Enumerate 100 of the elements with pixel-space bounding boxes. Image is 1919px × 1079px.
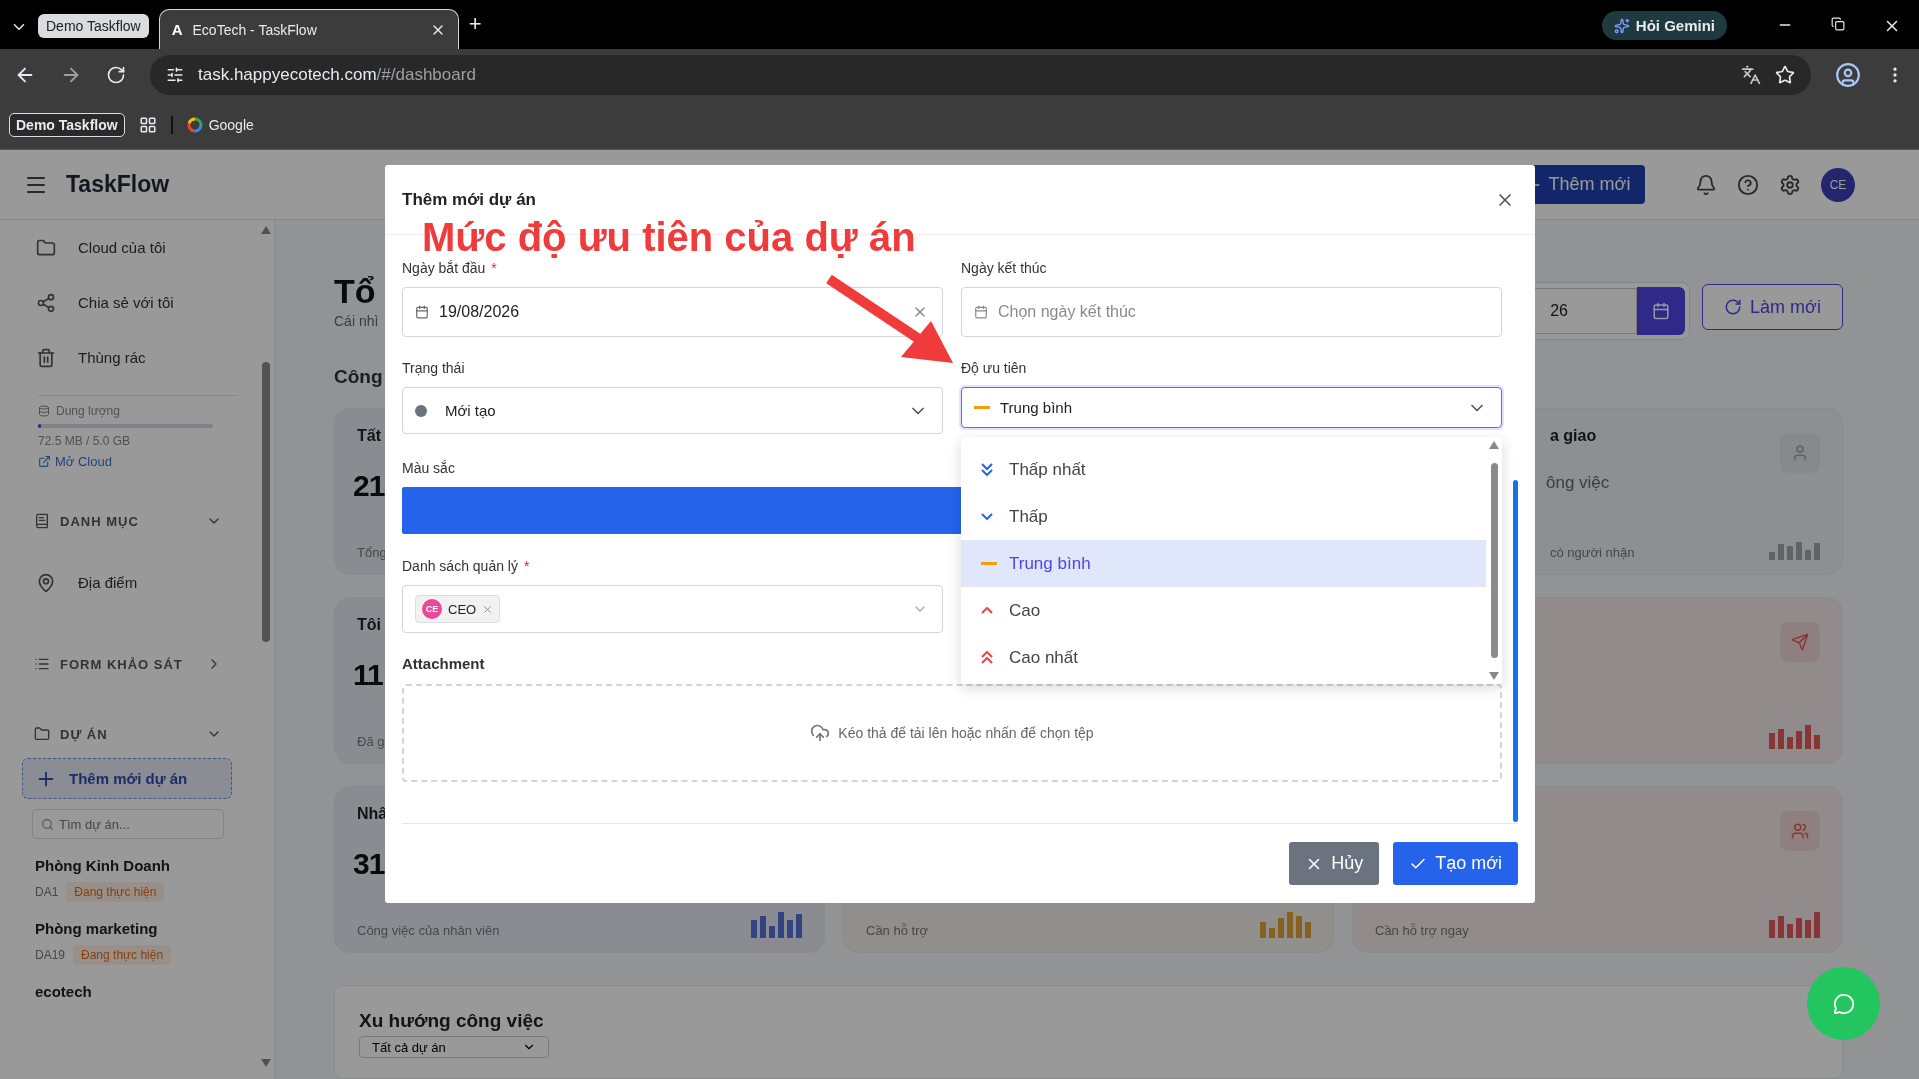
- calendar-icon: [974, 305, 988, 319]
- scrollbar[interactable]: [1513, 480, 1518, 822]
- sidebar-item-icon: [36, 347, 56, 368]
- field-label: Trạng thái: [402, 359, 465, 378]
- card-value: 11: [353, 658, 383, 693]
- sidebar-item[interactable]: Thùng rác: [0, 330, 258, 385]
- database-icon: [38, 405, 50, 417]
- refresh-icon: [1724, 298, 1743, 316]
- project-code: DA1: [35, 885, 59, 899]
- field-label: Ngày kết thúc: [961, 259, 1047, 278]
- priority-select[interactable]: Trung bình: [961, 387, 1502, 428]
- upload-hint: Kéo thả để tải lên hoặc nhấn để chọn tệp: [838, 725, 1094, 741]
- priority-option[interactable]: Thấp nhất: [961, 446, 1486, 493]
- project-search-field[interactable]: Tìm dự án...: [32, 809, 224, 839]
- managers-select[interactable]: CE CEO: [402, 585, 943, 633]
- project-name[interactable]: ecotech: [35, 983, 92, 1000]
- status-select[interactable]: Mới tạo: [402, 387, 943, 434]
- folder-icon: [34, 726, 50, 742]
- people-icon: [1791, 822, 1809, 840]
- field-label: Danh sách quản lý *: [402, 557, 530, 576]
- project-status: Đang thực hiện: [73, 945, 172, 965]
- sidebar-section-header[interactable]: FORM KHẢO SÁT: [0, 648, 258, 680]
- bookmark-star-icon[interactable]: [1775, 64, 1795, 85]
- help-icon[interactable]: [1737, 173, 1759, 196]
- translate-icon[interactable]: [1741, 64, 1761, 85]
- add-project-button[interactable]: Thêm mới dự án: [22, 758, 232, 799]
- scroll-up-icon[interactable]: [1489, 441, 1499, 449]
- sidebar-item-icon: [36, 237, 56, 258]
- calendar-icon: [415, 305, 429, 319]
- sidebar-section-header[interactable]: DỰ ÁN: [0, 718, 258, 750]
- priority-option[interactable]: Trung bình: [961, 540, 1486, 587]
- start-date-field[interactable]: 19/08/2026: [402, 287, 943, 337]
- double-chevron-down-icon: [981, 463, 993, 476]
- upload-dropzone[interactable]: Kéo thả để tải lên hoặc nhấn để chọn tệp: [402, 684, 1502, 782]
- card-value: 21: [353, 469, 385, 504]
- cancel-button[interactable]: Hủy: [1289, 842, 1380, 885]
- scroll-down-icon[interactable]: [261, 1059, 271, 1067]
- sidebar-item-label: Cloud của tôi: [78, 239, 166, 256]
- bar-chart-icon: [1769, 725, 1820, 749]
- apps-icon[interactable]: [138, 115, 157, 134]
- tag-label: CEO: [448, 601, 477, 617]
- bar-chart-icon: [1769, 912, 1820, 938]
- sidebar-item-label: Thùng rác: [78, 349, 146, 366]
- priority-option[interactable]: Cao nhất: [961, 634, 1486, 681]
- sidebar-item-icon: [36, 292, 56, 313]
- restore-icon[interactable]: [1831, 17, 1845, 31]
- project-name[interactable]: Phòng Kinh Doanh: [35, 857, 170, 874]
- remove-icon[interactable]: [482, 603, 494, 615]
- scrollbar-thumb[interactable]: [262, 362, 270, 642]
- annotation-text: Mức độ ưu tiên của dự án: [422, 215, 916, 260]
- section-title: Công: [334, 366, 383, 388]
- tab-group-chip[interactable]: Demo Taskflow: [38, 14, 149, 38]
- sidebar-item-label: Chia sẻ với tôi: [78, 294, 174, 311]
- sidebar-item[interactable]: Địa điểm: [0, 555, 258, 610]
- priority-option[interactable]: Cao: [961, 587, 1486, 634]
- scrollbar-thumb[interactable]: [1490, 463, 1498, 658]
- bar-chart-icon: [1260, 912, 1311, 938]
- project-status: Đang thực hiện: [66, 882, 165, 902]
- book-icon: [34, 513, 50, 529]
- create-button[interactable]: Tạo mới: [1393, 842, 1518, 885]
- scroll-up-icon[interactable]: [261, 226, 271, 234]
- chat-icon: [1832, 992, 1855, 1015]
- double-chevron-up-icon: [981, 651, 993, 664]
- profile-icon[interactable]: [1835, 61, 1861, 88]
- open-cloud-link[interactable]: Mở Cloud: [38, 454, 112, 469]
- new-tab-button[interactable]: +: [468, 11, 482, 37]
- user-avatar: CE: [422, 599, 442, 619]
- send-icon: [1791, 633, 1809, 651]
- sparkle-icon: [1613, 17, 1630, 34]
- field-label: Attachment: [402, 655, 485, 674]
- project-name[interactable]: Phòng marketing: [35, 920, 158, 937]
- project-filter[interactable]: Tất cả dự án: [359, 1036, 549, 1058]
- priority-option[interactable]: Thấp: [961, 493, 1486, 540]
- end-date-field[interactable]: Chọn ngày kết thúc: [961, 287, 1502, 337]
- calendar-button[interactable]: [1637, 287, 1685, 335]
- sidebar-item[interactable]: Cloud của tôi: [0, 220, 258, 275]
- bell-icon[interactable]: [1695, 173, 1717, 196]
- sidebar-item[interactable]: Chia sẻ với tôi: [0, 275, 258, 330]
- chevron-up-icon: [981, 607, 993, 614]
- external-link-icon: [38, 455, 51, 468]
- sidebar-section-header[interactable]: DANH MỤC: [0, 505, 258, 537]
- url-host: task.happyecotech.com: [198, 64, 377, 85]
- page-title: Tổ: [334, 272, 376, 311]
- field-label: Màu sắc: [402, 459, 455, 478]
- bookmark-chip[interactable]: Demo Taskflow: [9, 112, 125, 137]
- field-label: Ngày bắt đầu *: [402, 259, 497, 278]
- card-caption: Cần hỗ trợ: [866, 923, 928, 938]
- bookmark-link[interactable]: Google: [208, 116, 254, 133]
- settings-icon[interactable]: [1779, 173, 1801, 196]
- reload-icon[interactable]: [106, 64, 126, 85]
- browser-tab[interactable]: A EcoTech - TaskFlow: [158, 9, 459, 49]
- person-icon: [1791, 444, 1809, 462]
- address-bar[interactable]: task.happyecotech.com/#/dashboard: [150, 54, 1811, 95]
- refresh-button[interactable]: Làm mới: [1702, 284, 1843, 330]
- map-pin-icon: [36, 572, 56, 593]
- scroll-down-icon[interactable]: [1489, 672, 1499, 680]
- card-caption: có người nhận: [1550, 545, 1635, 560]
- gemini-button[interactable]: Hỏi Gemini: [1601, 11, 1727, 40]
- site-info-icon[interactable]: [166, 65, 184, 84]
- user-avatar[interactable]: CE: [1821, 167, 1855, 202]
